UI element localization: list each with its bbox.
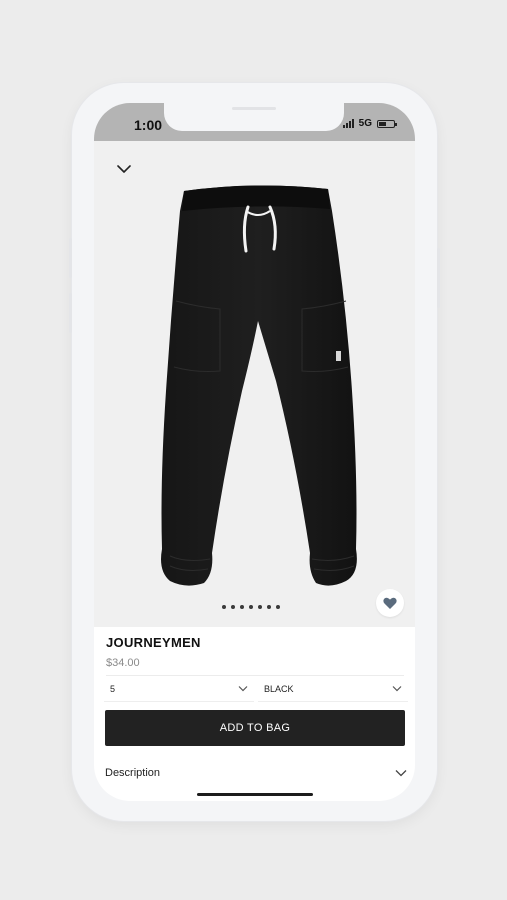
home-indicator [197,793,313,796]
product-name: JOURNEYMEN [106,635,201,650]
app-screen: 1:00 5G JOURNEYMEN $34.00 5 BLACK ADD TO… [94,103,415,801]
chevron-down-icon [392,686,402,692]
product-price: $34.00 [106,657,140,669]
network-label: 5G [358,118,372,129]
add-to-bag-button[interactable]: ADD TO BAG [105,710,405,746]
status-indicators: 5G [342,118,397,129]
pagination-dot[interactable] [240,605,244,609]
product-image [161,185,357,586]
heart-icon [383,597,397,609]
chevron-down-icon [395,770,407,777]
favorite-button[interactable] [376,589,404,617]
phone-frame: 1:00 5G JOURNEYMEN $34.00 5 BLACK ADD TO… [69,83,440,821]
phone-side-button [69,293,72,333]
pagination-dot[interactable] [222,605,226,609]
status-time: 1:00 [134,117,163,133]
phone-side-button [437,248,440,308]
description-accordion[interactable]: Description [105,763,407,783]
color-value: BLACK [264,683,294,694]
product-gallery[interactable] [94,141,415,627]
chevron-down-icon[interactable] [116,163,132,175]
signal-icon [342,119,354,128]
status-bar: 1:00 5G [94,103,415,141]
battery-icon [377,119,397,128]
pagination-dot[interactable] [249,605,253,609]
phone-side-button [69,238,72,278]
pagination-dot[interactable] [258,605,262,609]
size-select[interactable]: 5 [104,676,254,702]
description-label: Description [105,767,161,779]
pagination-dot[interactable] [267,605,271,609]
size-value: 5 [110,683,116,694]
phone-notch [164,103,344,131]
pagination-dot[interactable] [276,605,280,609]
color-select[interactable]: BLACK [258,676,408,702]
pagination-dot[interactable] [231,605,235,609]
notch-speaker [232,107,276,110]
chevron-down-icon [238,686,248,692]
gallery-pagination[interactable] [222,605,280,609]
